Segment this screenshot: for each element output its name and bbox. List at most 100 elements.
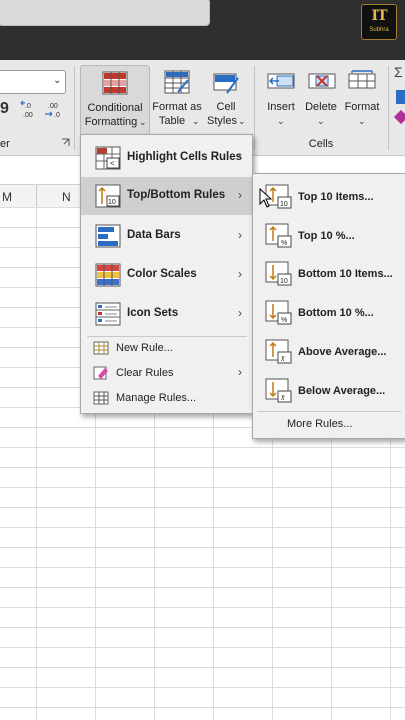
clear-icon[interactable] bbox=[393, 109, 405, 125]
chevron-down-icon: ⌄ bbox=[358, 116, 366, 126]
menu-item-color-scales[interactable]: Color Scales › bbox=[81, 256, 252, 294]
svg-text:10: 10 bbox=[280, 278, 288, 285]
menu-item-icon-sets[interactable]: Icon Sets › bbox=[81, 295, 252, 333]
menu-item-label: Clear Rules bbox=[116, 367, 174, 379]
group-divider bbox=[388, 66, 389, 150]
mouse-cursor-icon bbox=[259, 188, 273, 208]
logo-subtext: Subhra bbox=[369, 27, 389, 33]
bottom-10-percent-icon: % bbox=[265, 300, 292, 325]
chevron-down-icon: ⌄ bbox=[238, 116, 246, 126]
chevron-right-icon: › bbox=[238, 365, 242, 379]
column-header-n[interactable]: N bbox=[62, 190, 71, 204]
color-scales-icon bbox=[95, 263, 121, 287]
submenu-item-label: Top 10 Items... bbox=[298, 191, 374, 203]
submenu-item-bottom-10-items[interactable]: 10 Bottom 10 Items... bbox=[253, 254, 405, 292]
decrease-decimal-icon[interactable]: .00 .0 bbox=[44, 100, 64, 120]
format-as-table-button[interactable]: Format as Table ⌄ bbox=[150, 65, 204, 135]
submenu-item-label: Above Average... bbox=[298, 346, 387, 358]
icon-sets-icon bbox=[95, 302, 121, 326]
submenu-item-bottom-10-percent[interactable]: % Bottom 10 %... bbox=[253, 293, 405, 331]
increase-decimal-icon[interactable]: .0 .00 bbox=[20, 100, 38, 120]
data-bars-icon bbox=[95, 224, 121, 248]
menu-item-new-rule[interactable]: New Rule... bbox=[81, 336, 252, 360]
cell-styles-button[interactable]: Cell Styles ⌄ bbox=[204, 65, 248, 135]
chevron-right-icon: › bbox=[238, 188, 242, 202]
menu-item-label: Manage Rules... bbox=[116, 392, 197, 404]
search-box[interactable] bbox=[0, 0, 210, 26]
chevron-right-icon: › bbox=[238, 267, 242, 281]
svg-text:.00: .00 bbox=[48, 103, 58, 110]
insert-label: Insert bbox=[267, 101, 295, 113]
menu-item-label: Top/Bottom Rules bbox=[127, 189, 226, 201]
number-format-dropdown[interactable]: ⌄ bbox=[0, 70, 66, 94]
chevron-right-icon: › bbox=[238, 306, 242, 320]
delete-button[interactable]: Delete ⌄ bbox=[302, 65, 340, 135]
menu-item-label: New Rule... bbox=[116, 342, 173, 354]
conditional-formatting-icon bbox=[102, 71, 128, 95]
menu-item-label: Color Scales bbox=[127, 268, 197, 280]
menu-item-highlight-cells-rules[interactable]: < Highlight Cells Rules › bbox=[81, 139, 252, 177]
svg-text:x̄: x̄ bbox=[280, 393, 285, 402]
svg-text:<: < bbox=[110, 159, 115, 168]
logo-text: IT bbox=[371, 8, 388, 24]
insert-cells-icon bbox=[267, 73, 295, 89]
delete-cells-icon bbox=[308, 73, 336, 89]
svg-text:.0: .0 bbox=[25, 103, 31, 110]
menu-item-data-bars[interactable]: Data Bars › bbox=[81, 217, 252, 255]
submenu-item-more-rules[interactable]: More Rules... bbox=[253, 413, 405, 437]
cell-styles-label-1: Cell bbox=[216, 101, 236, 113]
chevron-right-icon: › bbox=[238, 150, 242, 164]
submenu-item-label: Bottom 10 Items... bbox=[298, 268, 393, 280]
svg-text:10: 10 bbox=[280, 201, 288, 208]
menu-item-manage-rules[interactable]: Manage Rules... bbox=[81, 386, 252, 410]
number-group-label: er bbox=[0, 138, 10, 150]
cell-styles-icon bbox=[213, 73, 239, 94]
bottom-10-items-icon: 10 bbox=[265, 261, 292, 286]
conditional-formatting-menu: < Highlight Cells Rules › 10 Top/Bottom … bbox=[80, 134, 253, 414]
submenu-item-label: Top 10 %... bbox=[298, 230, 355, 242]
top-bottom-rules-submenu: 10 Top 10 Items... % Top 10 %... 10 Bott… bbox=[252, 173, 405, 439]
comma-style-icon[interactable]: 9 bbox=[0, 100, 9, 118]
chevron-down-icon: ⌄ bbox=[192, 116, 200, 126]
autosum-icon[interactable]: Σ bbox=[394, 64, 403, 80]
chevron-down-icon: ⌄ bbox=[139, 117, 147, 127]
submenu-item-top-10-percent[interactable]: % Top 10 %... bbox=[253, 216, 405, 254]
submenu-item-top-10-items[interactable]: 10 Top 10 Items... bbox=[253, 177, 405, 215]
menu-item-label: Highlight Cells Rules bbox=[127, 151, 243, 163]
submenu-item-below-average[interactable]: x̄ Below Average... bbox=[253, 371, 405, 409]
column-header-m[interactable]: M bbox=[2, 190, 12, 204]
format-as-table-label-1: Format as bbox=[152, 101, 202, 113]
format-label: Format bbox=[344, 101, 380, 113]
format-as-table-icon bbox=[164, 70, 190, 94]
submenu-item-above-average[interactable]: x̄ Above Average... bbox=[253, 332, 405, 370]
menu-item-top-bottom-rules[interactable]: 10 Top/Bottom Rules › bbox=[81, 177, 252, 215]
menu-item-clear-rules[interactable]: Clear Rules › bbox=[81, 361, 252, 385]
top-bottom-rules-icon: 10 bbox=[95, 184, 121, 208]
chevron-down-icon: ⌄ bbox=[53, 75, 62, 86]
svg-text:%: % bbox=[281, 317, 287, 324]
dialog-launcher-icon[interactable] bbox=[61, 138, 70, 147]
new-rule-icon bbox=[93, 341, 109, 355]
insert-button[interactable]: Insert ⌄ bbox=[262, 65, 300, 135]
chevron-down-icon: ⌄ bbox=[317, 116, 325, 126]
channel-logo: IT Subhra bbox=[361, 4, 397, 40]
group-divider bbox=[74, 66, 75, 150]
highlight-cells-rules-icon: < bbox=[95, 146, 121, 170]
conditional-formatting-label-2: Formatting bbox=[84, 116, 138, 128]
format-as-table-label-2: Table bbox=[158, 115, 186, 127]
format-button[interactable]: Format ⌄ bbox=[342, 65, 382, 135]
menu-separator bbox=[257, 411, 401, 412]
group-divider bbox=[254, 66, 255, 150]
clear-rules-icon bbox=[93, 366, 108, 380]
conditional-formatting-button[interactable]: Conditional Formatting ⌄ bbox=[80, 65, 150, 137]
svg-text:.00: .00 bbox=[23, 112, 33, 119]
svg-text:x̄: x̄ bbox=[280, 354, 285, 363]
cell-styles-label-2: Styles bbox=[207, 115, 237, 127]
svg-text:10: 10 bbox=[108, 199, 116, 206]
cells-group-label: Cells bbox=[308, 138, 334, 150]
svg-text:.0: .0 bbox=[54, 112, 60, 119]
top-10-percent-icon: % bbox=[265, 223, 292, 248]
below-average-icon: x̄ bbox=[265, 378, 292, 403]
fill-icon[interactable] bbox=[396, 90, 405, 104]
submenu-item-label: Bottom 10 %... bbox=[298, 307, 374, 319]
